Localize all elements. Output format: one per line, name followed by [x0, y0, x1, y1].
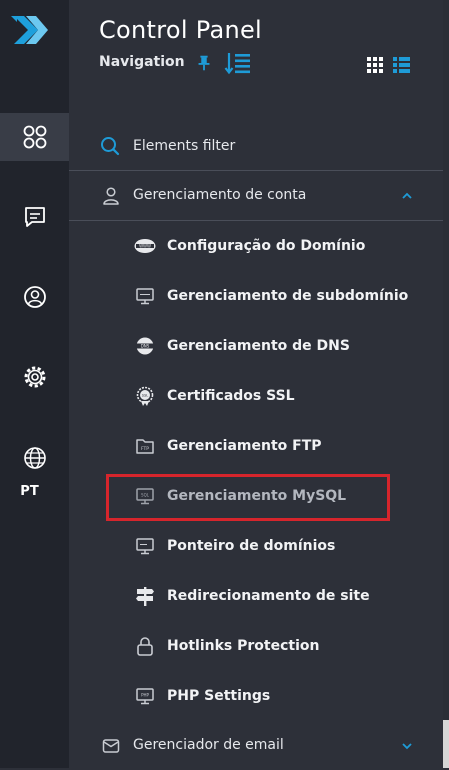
menu-item-label: Redirecionamento de site	[167, 588, 370, 604]
rail-item-settings[interactable]	[0, 353, 69, 401]
menu-item-label: Hotlinks Protection	[167, 638, 320, 654]
scrollbar-thumb[interactable]	[443, 0, 449, 720]
pin-icon	[198, 55, 210, 71]
chevron-up-icon	[402, 192, 412, 199]
section-label: Gerenciador de email	[133, 737, 284, 753]
www-icon: WWW	[134, 239, 156, 253]
highlight-box	[106, 474, 390, 521]
user-circle-icon	[23, 286, 46, 308]
grid-circles-icon	[23, 125, 46, 149]
menu-item-label: PHP Settings	[167, 688, 271, 704]
globe-icon	[23, 447, 46, 469]
chevron-down-icon	[402, 743, 412, 750]
menu-item-domain-pointer[interactable]: Ponteiro de domínios	[69, 521, 443, 571]
menu-item-ssl[interactable]: SSL Certificados SSL	[69, 371, 443, 421]
sort-button[interactable]	[224, 50, 252, 76]
section-account-management[interactable]: Gerenciamento de conta	[69, 172, 443, 221]
search-icon	[101, 137, 120, 156]
menu-item-label: Gerenciamento de subdomínio	[167, 288, 409, 304]
menu-item-label: Certificados SSL	[167, 388, 295, 404]
menu-item-dns[interactable]: DNS Gerenciamento de DNS	[69, 321, 443, 371]
php-monitor-icon: PHP	[136, 688, 154, 705]
svg-text:PHP: PHP	[141, 693, 149, 698]
rail-item-language[interactable]	[0, 434, 69, 482]
menu-item-label: Configuração do Domínio	[167, 238, 366, 254]
envelope-icon	[102, 739, 120, 753]
rail-item-messages[interactable]	[0, 193, 69, 241]
list-view-button[interactable]	[392, 56, 411, 74]
grid-view-button[interactable]	[366, 56, 384, 74]
menu-item-label: Gerenciamento FTP	[167, 438, 322, 454]
section-label: Gerenciamento de conta	[133, 187, 307, 203]
svg-text:DNS: DNS	[141, 344, 150, 349]
rail-item-account[interactable]	[0, 273, 69, 321]
filter-input[interactable]: Elements filter	[133, 138, 235, 154]
logo-icon[interactable]	[8, 10, 52, 54]
monitor-icon	[136, 288, 154, 305]
list-view-icon	[393, 57, 410, 73]
menu-item-php[interactable]: PHP PHP Settings	[69, 671, 443, 721]
grid-view-icon	[367, 57, 383, 73]
ssl-badge-icon: SSL	[136, 386, 154, 406]
menu-item-label: Gerenciamento de DNS	[167, 338, 350, 354]
pointer-monitor-icon	[136, 538, 154, 555]
menu-item-subdomain[interactable]: Gerenciamento de subdomínio	[69, 271, 443, 321]
gear-icon	[24, 366, 45, 388]
rail-item-dashboard[interactable]	[0, 113, 69, 161]
pin-button[interactable]	[193, 52, 215, 74]
elements-filter[interactable]: Elements filter	[69, 124, 443, 171]
language-code[interactable]: PT	[0, 484, 59, 499]
lock-icon	[137, 637, 153, 656]
svg-text:FTP: FTP	[141, 446, 149, 452]
svg-text:WWW: WWW	[139, 243, 151, 248]
signpost-icon	[136, 587, 154, 606]
dns-icon: DNS	[136, 337, 154, 355]
user-icon	[103, 187, 119, 205]
menu-item-ftp[interactable]: FTP Gerenciamento FTP	[69, 421, 443, 471]
section-email-manager[interactable]: Gerenciador de email	[69, 722, 443, 770]
menu-item-domain-config[interactable]: WWW Configuração do Domínio	[69, 221, 443, 271]
sort-list-icon	[224, 53, 250, 75]
menu-item-site-redirect[interactable]: Redirecionamento de site	[69, 571, 443, 621]
navigation-label: Navigation	[99, 54, 185, 70]
menu-item-hotlinks[interactable]: Hotlinks Protection	[69, 621, 443, 671]
menu-item-label: Ponteiro de domínios	[167, 538, 336, 554]
page-title: Control Panel	[99, 16, 263, 44]
ftp-folder-icon: FTP	[136, 439, 154, 454]
svg-text:SSL: SSL	[142, 394, 149, 398]
chat-icon	[24, 207, 45, 227]
